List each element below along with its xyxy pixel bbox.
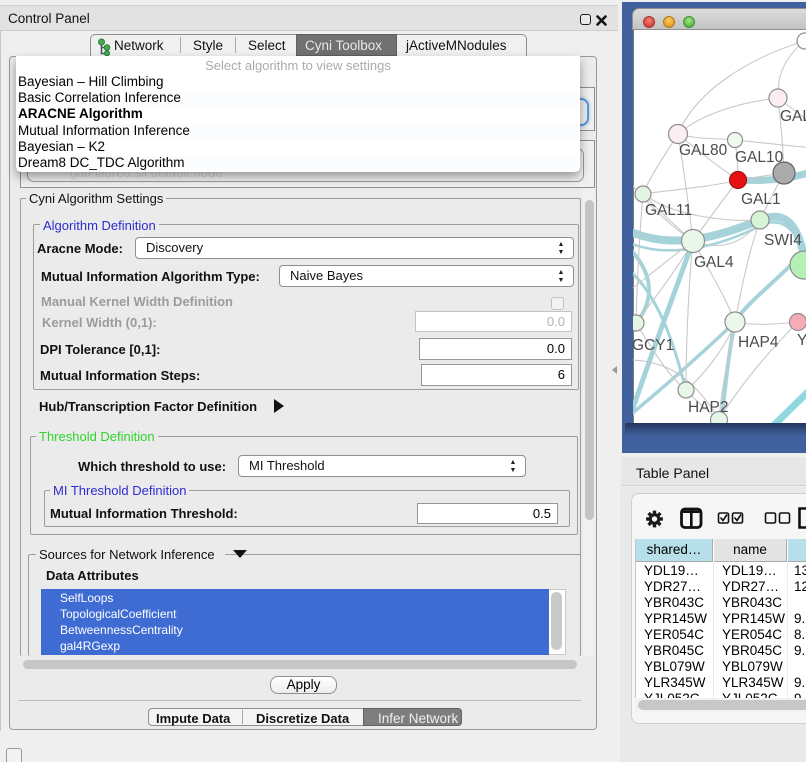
svg-text:GAL4: GAL4: [694, 254, 734, 271]
svg-text:HAP2: HAP2: [688, 399, 729, 416]
svg-text:GAL11: GAL11: [645, 202, 692, 219]
svg-text:GAL10: GAL10: [735, 149, 784, 166]
svg-text:SWI4: SWI4: [764, 232, 802, 249]
svg-text:GAL80: GAL80: [679, 142, 728, 159]
svg-text:Y: Y: [797, 332, 806, 349]
svg-text:GAL: GAL: [780, 108, 806, 125]
svg-text:HAP4: HAP4: [738, 334, 779, 351]
svg-text:GAL1: GAL1: [741, 191, 781, 208]
svg-text:GCY1: GCY1: [633, 337, 674, 354]
